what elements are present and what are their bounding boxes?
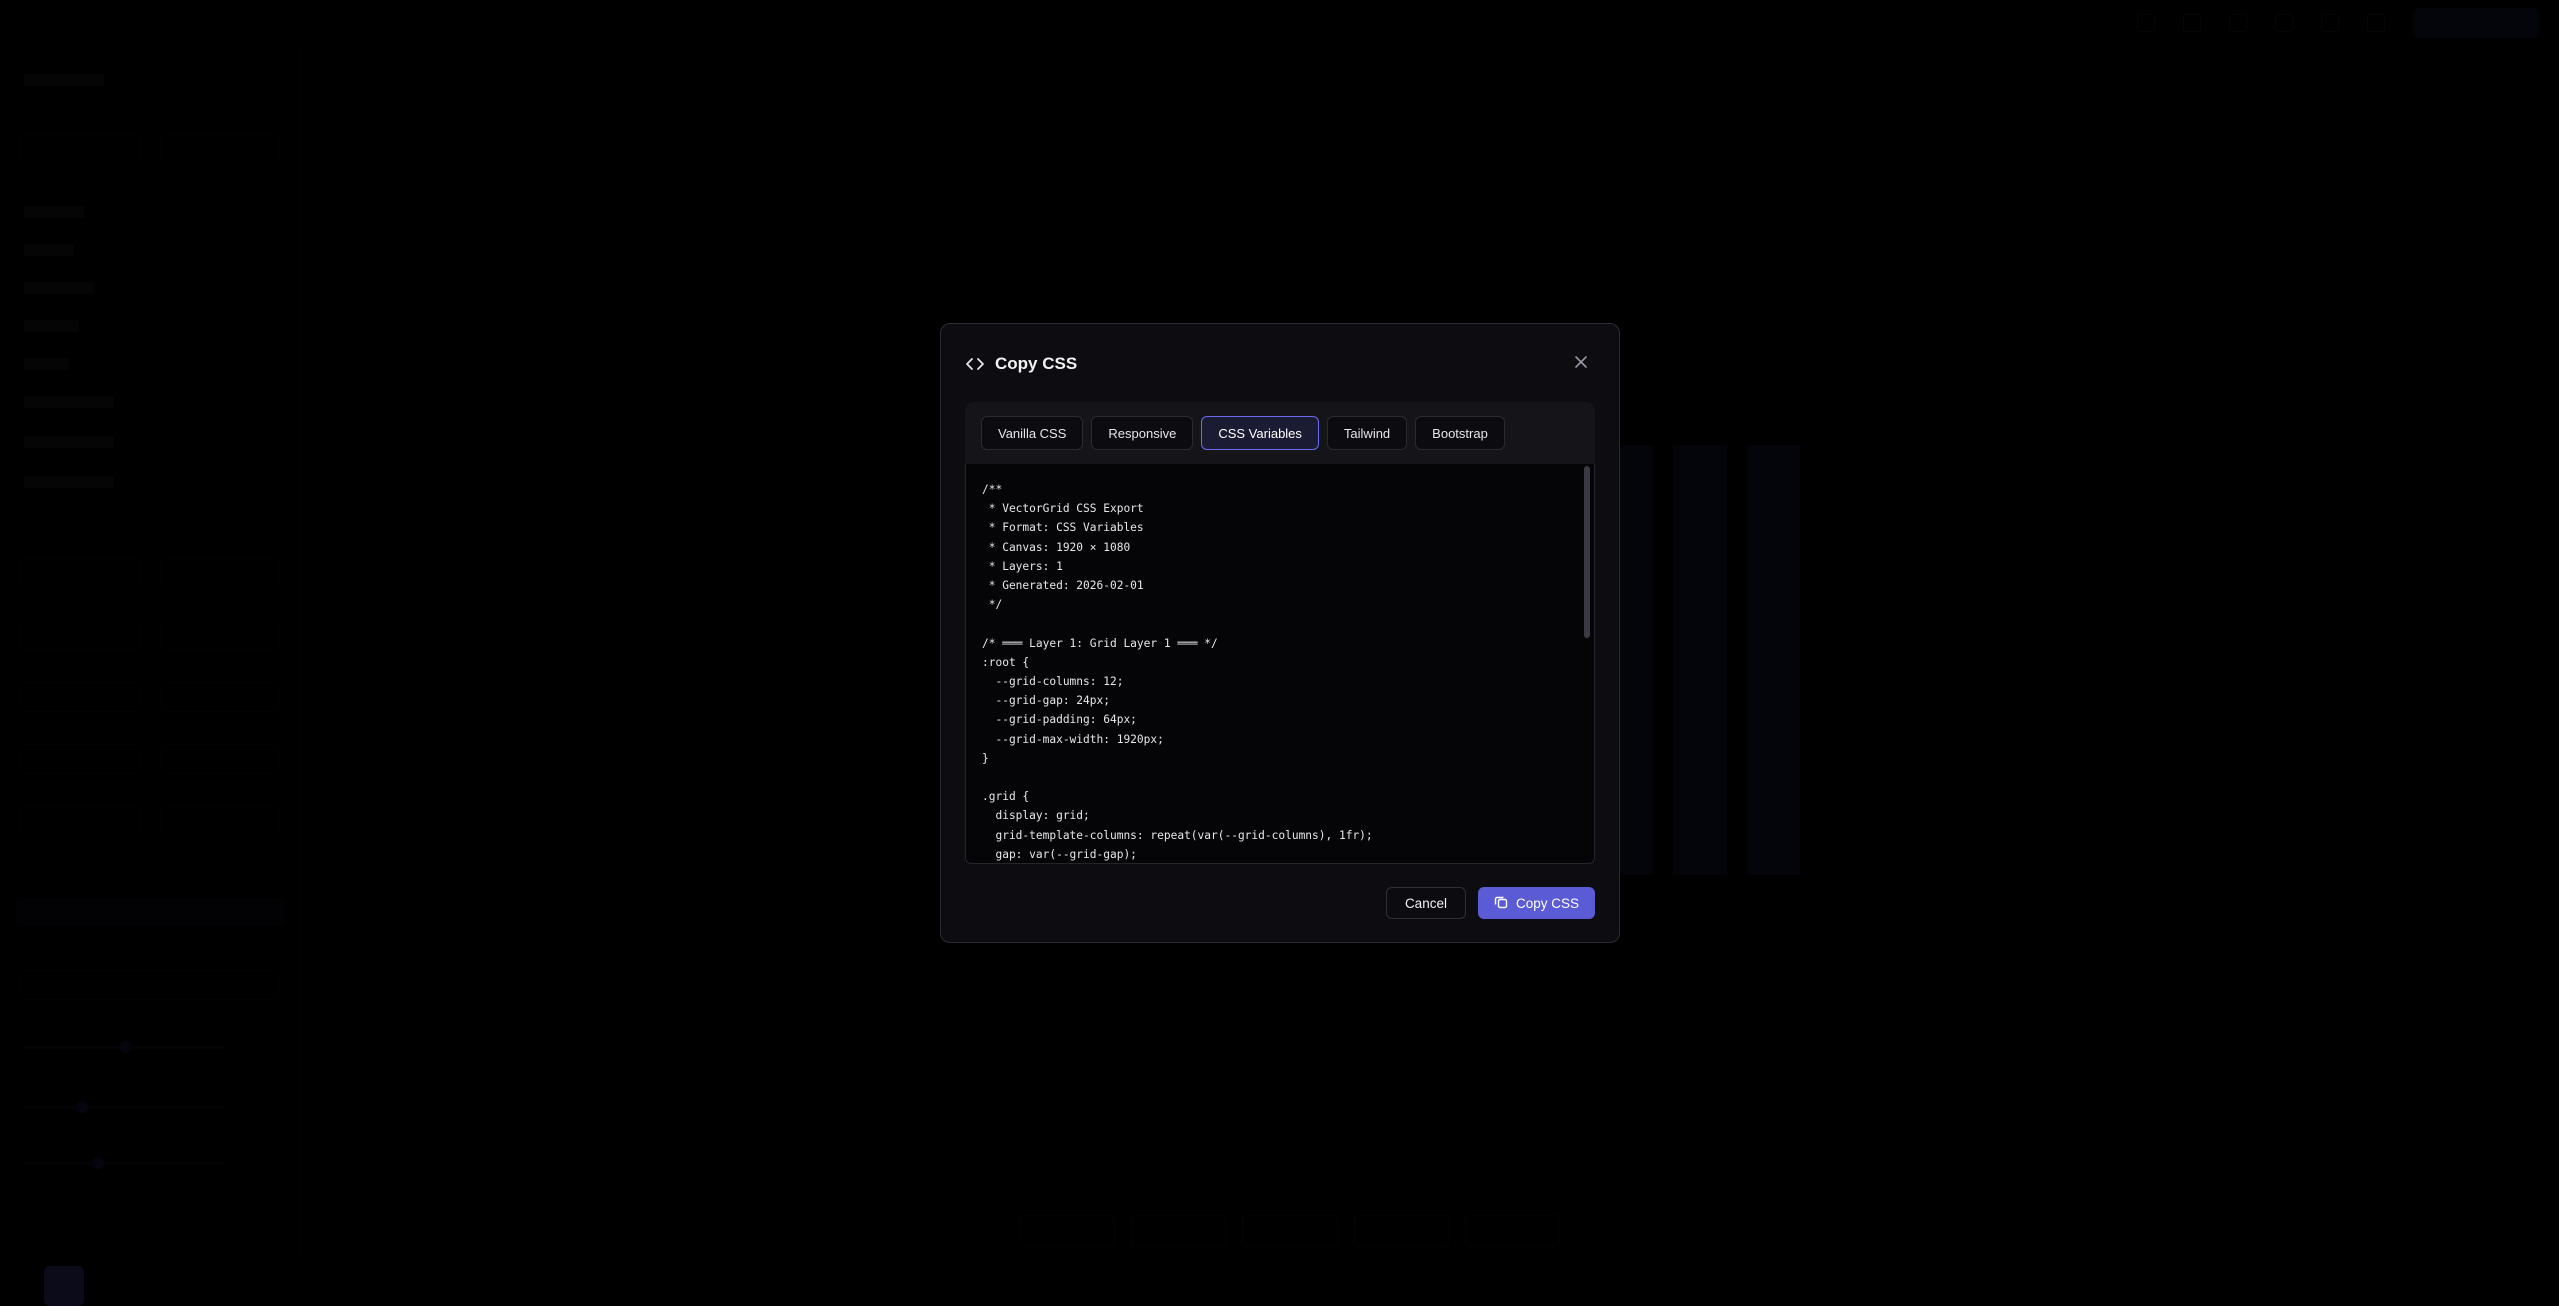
- tab-tailwind[interactable]: Tailwind: [1327, 416, 1407, 450]
- code-icon: [965, 354, 985, 374]
- format-tabs: Vanilla CSS Responsive CSS Variables Tai…: [965, 402, 1595, 464]
- close-button[interactable]: [1571, 354, 1591, 374]
- dialog-header: Copy CSS: [965, 352, 1077, 376]
- copy-css-dialog: Copy CSS Vanilla CSS Responsive CSS Vari…: [940, 323, 1620, 943]
- css-code: /** * VectorGrid CSS Export * Format: CS…: [982, 480, 1570, 864]
- dialog-title: Copy CSS: [995, 354, 1077, 374]
- copy-css-label: Copy CSS: [1516, 896, 1579, 911]
- cancel-button[interactable]: Cancel: [1386, 887, 1466, 919]
- tab-bootstrap[interactable]: Bootstrap: [1415, 416, 1505, 450]
- sidebar-button: [44, 1266, 84, 1306]
- tab-css-variables[interactable]: CSS Variables: [1201, 416, 1319, 450]
- tab-vanilla-css[interactable]: Vanilla CSS: [981, 416, 1083, 450]
- copy-css-button[interactable]: Copy CSS: [1478, 887, 1595, 919]
- tab-responsive[interactable]: Responsive: [1091, 416, 1193, 450]
- close-icon: [1574, 355, 1588, 374]
- copy-icon: [1494, 895, 1508, 912]
- code-preview[interactable]: /** * VectorGrid CSS Export * Format: CS…: [965, 464, 1595, 864]
- scrollbar-thumb[interactable]: [1584, 466, 1590, 638]
- dialog-footer: Cancel Copy CSS: [1386, 887, 1595, 919]
